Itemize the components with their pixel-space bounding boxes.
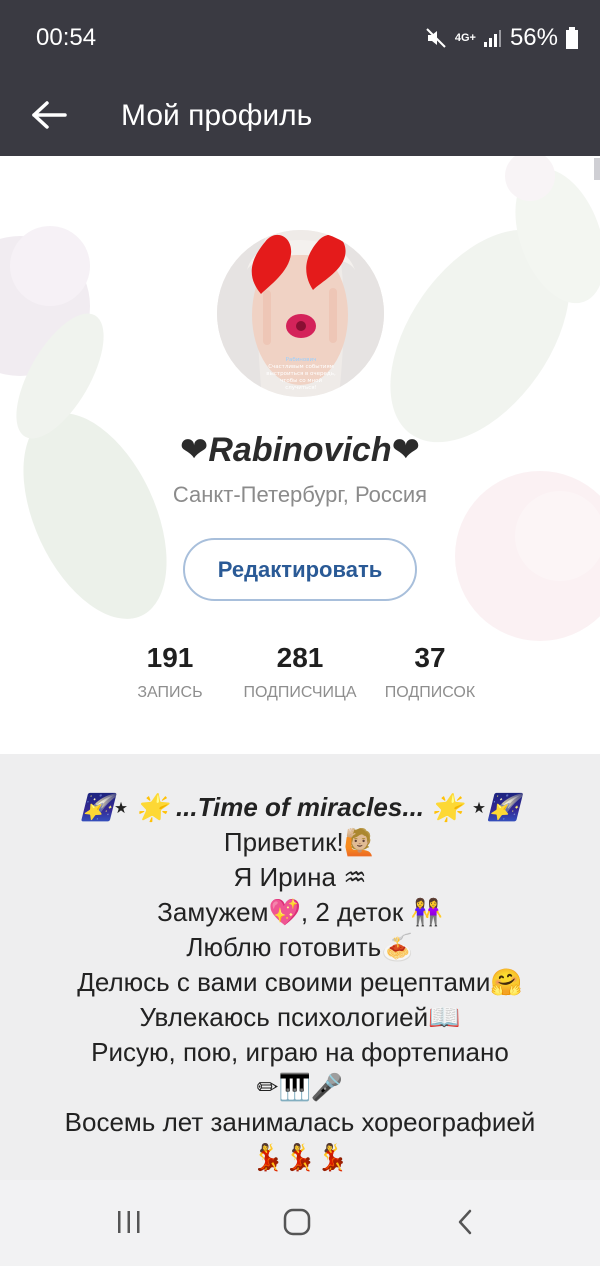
recent-apps-button[interactable] — [99, 1200, 159, 1248]
bio-line: Люблю готовить🍝 — [186, 932, 414, 962]
bio-line: Увлекаюсь психологией📖 — [139, 1002, 461, 1032]
back-icon — [456, 1208, 474, 1241]
battery-percent: 56% — [509, 24, 558, 51]
scrollbar-thumb[interactable] — [594, 158, 600, 180]
svg-text:выстроиться в очередь,: выстроиться в очередь, — [266, 371, 336, 377]
nav-back-button[interactable] — [435, 1200, 495, 1248]
bio-line: Восемь лет занималась хореографией — [64, 1107, 536, 1137]
stat-followers-label: ПОДПИСЧИЦА — [243, 684, 357, 701]
bio-line: Замужем💖, 2 деток 👭 — [157, 897, 443, 927]
profile-header: Рабинович Счастливым событиям выстроитьс… — [0, 156, 600, 754]
stat-following-label: ПОДПИСОК — [384, 684, 476, 701]
stat-following-value: 37 — [414, 642, 446, 673]
bio-line: Приветик!🙋🏼 — [223, 827, 377, 857]
recent-apps-icon — [116, 1210, 142, 1239]
status-bar: 00:54 4G+ 56% — [0, 0, 600, 78]
back-button[interactable] — [22, 90, 76, 144]
bio-line: 💃💃💃 — [251, 1142, 349, 1172]
status-time: 00:54 — [36, 24, 97, 51]
bio-line: 🌠⋆ 🌟 ...Time of miracles... 🌟 ⋆🌠 — [80, 792, 520, 822]
signal-icon — [482, 28, 502, 48]
stat-followers-value: 281 — [276, 642, 324, 673]
home-icon — [283, 1208, 311, 1241]
network-4g-icon: 4G+ — [454, 31, 476, 44]
bio-section: 🌠⋆ 🌟 ...Time of miracles... 🌟 ⋆🌠 Привети… — [0, 754, 600, 1180]
status-indicators: 4G+ 56% — [425, 24, 578, 52]
stat-posts-label: ЗАПИСЬ — [137, 684, 203, 701]
bio-line: Делюсь с вами своими рецептами🤗 — [77, 967, 523, 997]
bio-line: Я Ирина ♒ — [233, 862, 367, 892]
system-nav-bar — [0, 1180, 600, 1266]
home-button[interactable] — [267, 1200, 327, 1248]
profile-location: Санкт-Петербург, Россия — [172, 482, 428, 507]
profile-stats: 191 ЗАПИСЬ 281 ПОДПИСЧИЦА 37 ПОДПИСОК — [0, 642, 600, 712]
battery-icon — [566, 27, 578, 49]
bio-line: Рисую, пою, играю на фортепиано — [91, 1037, 509, 1067]
page-title: Мой профиль — [121, 99, 313, 132]
avatar[interactable]: Рабинович Счастливым событиям выстроитьс… — [217, 230, 384, 397]
svg-text:чтобы со мной: чтобы со мной — [280, 377, 323, 384]
profile-name: ❤Rabinovich❤ — [179, 431, 421, 469]
mute-icon — [425, 27, 447, 49]
arrow-left-icon — [31, 100, 67, 135]
bio-line: ✏🎹🎤 — [256, 1072, 344, 1102]
stat-posts[interactable]: 191 ЗАПИСЬ — [100, 642, 240, 702]
stat-followers[interactable]: 281 ПОДПИСЧИЦА — [230, 642, 370, 702]
stat-posts-value: 191 — [146, 642, 194, 673]
edit-profile-button[interactable]: Редактировать — [183, 538, 417, 601]
svg-text:Рабинович: Рабинович — [286, 357, 317, 363]
svg-text:Счастливым событиям: Счастливым событиям — [268, 364, 334, 370]
app-bar: Мой профиль — [0, 78, 600, 156]
bio-text: 🌠⋆ 🌟 ...Time of miracles... 🌟 ⋆🌠 Привети… — [0, 790, 600, 1175]
stat-following[interactable]: 37 ПОДПИСОК — [360, 642, 500, 702]
svg-text:случиться!: случиться! — [285, 385, 317, 391]
